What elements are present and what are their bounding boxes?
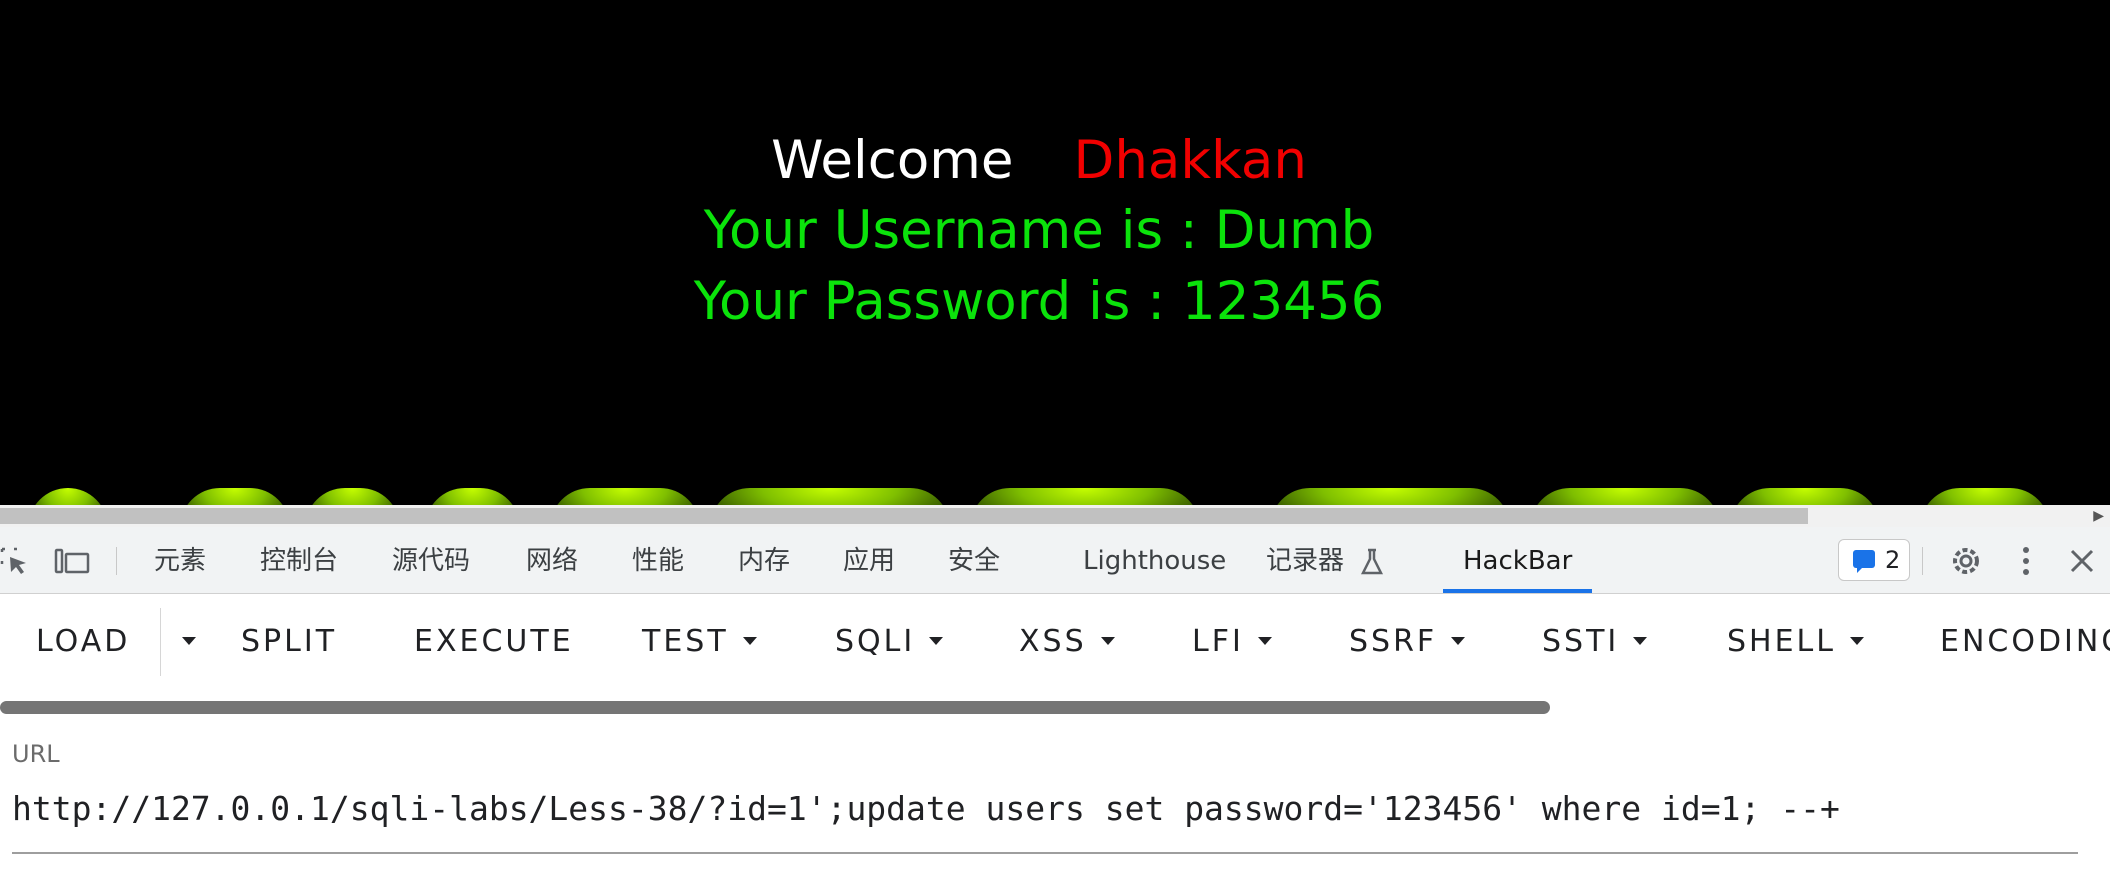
- lfi-menu-button[interactable]: LFI: [1192, 622, 1272, 662]
- inspect-element-icon[interactable]: [0, 547, 30, 577]
- execute-button[interactable]: EXECUTE: [414, 622, 574, 662]
- load-button[interactable]: LOAD: [36, 622, 130, 662]
- test-label: TEST: [642, 624, 729, 659]
- tab-hackbar[interactable]: HackBar: [1442, 527, 1593, 593]
- tab-separator: [1922, 547, 1923, 575]
- toolbar-separator: [160, 608, 161, 676]
- decorative-glow-band: [0, 478, 2110, 508]
- tab-recorder[interactable]: 记录器: [1266, 527, 1384, 593]
- chevron-down-icon: [929, 636, 944, 645]
- chevron-down-icon: [1633, 636, 1648, 645]
- toolbar-scrollbar-thumb[interactable]: [0, 701, 1550, 714]
- ssti-menu-button[interactable]: SSTI: [1542, 622, 1648, 662]
- tab-memory[interactable]: 内存: [738, 527, 790, 593]
- tab-sources[interactable]: 源代码: [392, 527, 470, 593]
- test-menu-button[interactable]: TEST: [642, 622, 757, 662]
- sqli-menu-button[interactable]: SQLI: [835, 622, 944, 662]
- welcome-line: Welcome Dhakkan: [0, 126, 2078, 196]
- url-input[interactable]: [12, 786, 2072, 830]
- flask-icon: [1361, 548, 1384, 574]
- chevron-down-icon: [742, 636, 757, 645]
- split-button[interactable]: SPLIT: [241, 622, 337, 662]
- tab-network[interactable]: 网络: [526, 527, 578, 593]
- xss-menu-button[interactable]: XSS: [1019, 622, 1115, 662]
- shell-menu-button[interactable]: SHELL: [1727, 622, 1864, 662]
- gear-icon[interactable]: [1948, 543, 1984, 579]
- ssti-label: SSTI: [1542, 624, 1620, 659]
- hackbar-toolbar: LOAD SPLIT EXECUTE TEST SQLI XSS LFI SSR…: [0, 594, 2110, 698]
- shell-label: SHELL: [1727, 624, 1836, 659]
- tab-performance[interactable]: 性能: [632, 527, 684, 593]
- more-options-icon[interactable]: [2016, 543, 2036, 579]
- chevron-down-icon: [1451, 636, 1466, 645]
- user-name-text: Dhakkan: [1073, 130, 1307, 191]
- ssrf-menu-button[interactable]: SSRF: [1349, 622, 1466, 662]
- tab-separator: [116, 547, 117, 575]
- chevron-down-icon: [1100, 636, 1115, 645]
- tab-elements[interactable]: 元素: [154, 527, 206, 593]
- close-icon[interactable]: [2068, 547, 2096, 575]
- scroll-right-arrow-icon[interactable]: ▶: [2093, 507, 2104, 525]
- tab-lighthouse[interactable]: Lighthouse: [1083, 527, 1226, 593]
- encoding-menu-button[interactable]: ENCODING: [1940, 622, 2110, 662]
- page-horizontal-scrollbar[interactable]: ▶: [0, 505, 2110, 527]
- url-underline: [12, 852, 2078, 854]
- message-icon: [1853, 550, 1875, 573]
- load-dropdown-button[interactable]: [168, 622, 196, 662]
- sqli-label: SQLI: [835, 624, 916, 659]
- tab-recorder-label: 记录器: [1266, 546, 1345, 576]
- chevron-down-icon: [182, 636, 196, 645]
- page-viewport: Welcome Dhakkan Your Username is : Dumb Y…: [0, 0, 2110, 508]
- password-line: Your Password is : 123456: [693, 271, 1385, 332]
- scrollbar-thumb[interactable]: [0, 508, 1808, 524]
- tab-application[interactable]: 应用: [843, 527, 895, 593]
- lfi-label: LFI: [1192, 624, 1244, 659]
- tab-console[interactable]: 控制台: [260, 527, 338, 593]
- ssrf-label: SSRF: [1349, 624, 1438, 659]
- welcome-text: Welcome: [771, 130, 1014, 191]
- devtools-tabbar: 元素 控制台 源代码 网络 性能 内存 应用 安全 Lighthouse 记录器…: [0, 527, 2110, 594]
- xss-label: XSS: [1019, 624, 1087, 659]
- issues-count: 2: [1885, 546, 1901, 574]
- tab-security[interactable]: 安全: [948, 527, 1000, 593]
- issues-badge[interactable]: 2: [1838, 539, 1910, 581]
- url-label: URL: [12, 740, 60, 768]
- device-toolbar-icon[interactable]: [54, 547, 92, 577]
- chevron-down-icon: [1257, 636, 1272, 645]
- chevron-down-icon: [1849, 636, 1864, 645]
- username-line: Your Username is : Dumb: [703, 200, 1375, 261]
